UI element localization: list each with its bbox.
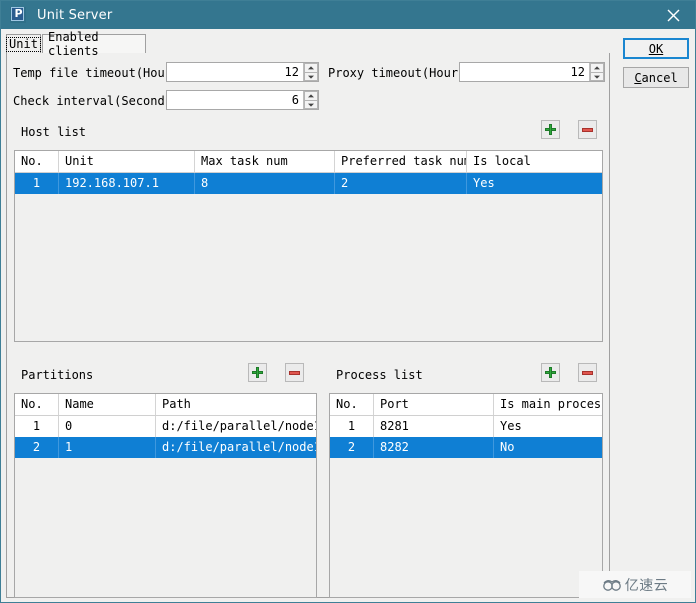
partitions-title: Partitions <box>21 368 93 382</box>
process-list-remove-button[interactable] <box>578 363 597 382</box>
process-list-table[interactable]: No. Port Is main process 1 8281 Yes 2 82… <box>329 393 603 598</box>
host-list-add-button[interactable] <box>541 120 560 139</box>
temp-file-timeout-value: 12 <box>167 63 303 81</box>
table-row[interactable]: 2 8282 No <box>330 437 602 458</box>
proxy-timeout-stepper[interactable] <box>589 63 604 81</box>
host-list-col-unit[interactable]: Unit <box>59 151 195 172</box>
check-interval-input[interactable]: 6 <box>166 90 319 110</box>
window-title: Unit Server <box>37 8 112 23</box>
ok-button-label: OK <box>649 42 663 56</box>
partition-row-1-no: 1 <box>15 416 59 437</box>
partitions-col-no[interactable]: No. <box>15 394 59 415</box>
table-row[interactable]: 2 1 d:/file/parallel/node1/1 <box>15 437 316 458</box>
proxy-timeout-up-icon[interactable] <box>590 63 604 72</box>
process-row-2-no: 2 <box>330 437 374 458</box>
title-bar: P Unit Server <box>1 1 695 29</box>
process-list-col-port[interactable]: Port <box>374 394 494 415</box>
close-icon[interactable] <box>651 1 695 29</box>
unit-panel: Temp file timeout(Hour) 12 Proxy timeout… <box>6 53 610 598</box>
proxy-timeout-label: Proxy timeout(Hour) <box>328 66 465 80</box>
ok-button[interactable]: OK <box>623 38 689 59</box>
temp-file-timeout-label: Temp file timeout(Hour) <box>13 66 179 80</box>
process-list-add-button[interactable] <box>541 363 560 382</box>
host-row-1-pref-task: 2 <box>335 173 467 194</box>
check-interval-down-icon[interactable] <box>304 100 318 109</box>
host-list-col-no[interactable]: No. <box>15 151 59 172</box>
partition-row-1-path: d:/file/parallel/node1/0 <box>156 416 316 437</box>
partitions-col-path[interactable]: Path <box>156 394 316 415</box>
partition-row-2-name: 1 <box>59 437 156 458</box>
unit-server-window: P Unit Server Unit Enabled clients Temp … <box>0 0 696 603</box>
temp-file-timeout-stepper[interactable] <box>303 63 318 81</box>
cloud-logo-icon <box>602 578 622 592</box>
tab-strip: Unit Enabled clients <box>6 34 610 54</box>
watermark: 亿速云 <box>579 571 691 598</box>
check-interval-stepper[interactable] <box>303 91 318 109</box>
host-list-col-max-task[interactable]: Max task num <box>195 151 335 172</box>
check-interval-value: 6 <box>167 91 303 109</box>
check-interval-up-icon[interactable] <box>304 91 318 100</box>
temp-file-timeout-down-icon[interactable] <box>304 72 318 81</box>
host-list-col-is-local[interactable]: Is local <box>467 151 602 172</box>
process-row-2-port: 8282 <box>374 437 494 458</box>
partitions-header-row: No. Name Path <box>15 394 316 416</box>
check-interval-label: Check interval(Second) <box>13 94 172 108</box>
process-row-1-is-main: Yes <box>494 416 602 437</box>
process-list-col-is-main[interactable]: Is main process <box>494 394 602 415</box>
process-row-2-is-main: No <box>494 437 602 458</box>
host-list-table[interactable]: No. Unit Max task num Preferred task num… <box>14 150 603 342</box>
watermark-text: 亿速云 <box>625 575 669 595</box>
tab-unit-label: Unit <box>6 37 41 52</box>
host-row-1-is-local: Yes <box>467 173 602 194</box>
host-list-header-row: No. Unit Max task num Preferred task num… <box>15 151 602 173</box>
tab-enabled-clients-label: Enabled clients <box>48 30 140 58</box>
process-list-header-row: No. Port Is main process <box>330 394 602 416</box>
partition-row-2-path: d:/file/parallel/node1/1 <box>156 437 316 458</box>
host-list-col-pref-task[interactable]: Preferred task num <box>335 151 467 172</box>
process-row-1-port: 8281 <box>374 416 494 437</box>
process-row-1-no: 1 <box>330 416 374 437</box>
partition-row-1-name: 0 <box>59 416 156 437</box>
proxy-timeout-down-icon[interactable] <box>590 72 604 81</box>
host-row-1-unit: 192.168.107.1 <box>59 173 195 194</box>
cancel-button-label: Cancel <box>634 71 677 85</box>
partitions-add-button[interactable] <box>248 363 267 382</box>
proxy-timeout-input[interactable]: 12 <box>459 62 605 82</box>
partitions-table[interactable]: No. Name Path 1 0 d:/file/parallel/node1… <box>14 393 317 598</box>
partitions-remove-button[interactable] <box>285 363 304 382</box>
table-row[interactable]: 1 192.168.107.1 8 2 Yes <box>15 173 602 194</box>
app-p-icon: P <box>10 7 26 23</box>
table-row[interactable]: 1 8281 Yes <box>330 416 602 437</box>
cancel-button[interactable]: Cancel <box>623 67 689 88</box>
host-row-1-no: 1 <box>15 173 59 194</box>
table-row[interactable]: 1 0 d:/file/parallel/node1/0 <box>15 416 316 437</box>
process-list-title: Process list <box>336 368 423 382</box>
tab-enabled-clients[interactable]: Enabled clients <box>42 34 146 53</box>
host-row-1-max-task: 8 <box>195 173 335 194</box>
partition-row-2-no: 2 <box>15 437 59 458</box>
host-list-remove-button[interactable] <box>578 120 597 139</box>
temp-file-timeout-input[interactable]: 12 <box>166 62 319 82</box>
temp-file-timeout-up-icon[interactable] <box>304 63 318 72</box>
host-list-title: Host list <box>21 125 86 139</box>
proxy-timeout-value: 12 <box>460 63 589 81</box>
process-list-col-no[interactable]: No. <box>330 394 374 415</box>
tab-unit[interactable]: Unit <box>6 34 41 53</box>
partitions-col-name[interactable]: Name <box>59 394 156 415</box>
